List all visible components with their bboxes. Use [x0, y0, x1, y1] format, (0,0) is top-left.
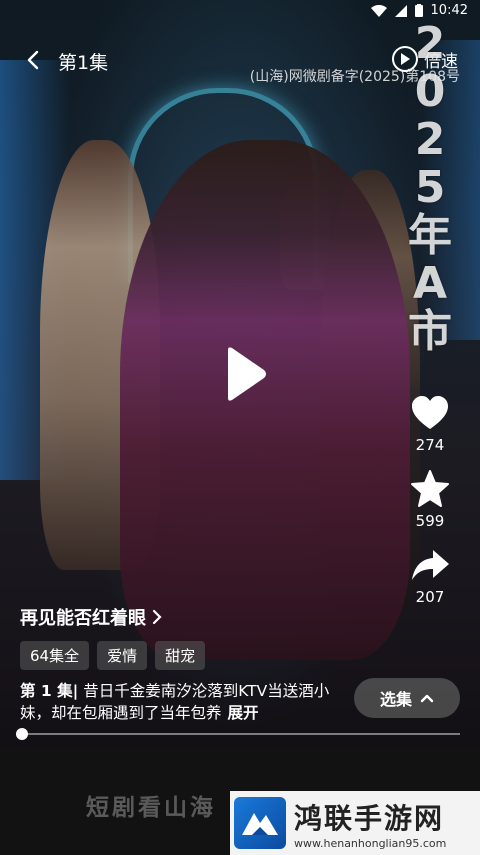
heart-icon — [412, 396, 448, 429]
episode-label: 第 1 集 — [20, 682, 73, 700]
tag-episodes[interactable]: 64集全 — [20, 641, 90, 670]
site-logo-icon — [234, 797, 286, 849]
progress-track — [20, 733, 460, 735]
play-icon[interactable] — [214, 344, 270, 404]
wifi-icon — [370, 4, 387, 17]
back-arrow-icon[interactable] — [22, 48, 46, 72]
progress-knob[interactable] — [16, 728, 28, 740]
side-actions: 274 599 207 — [404, 392, 456, 620]
expand-link[interactable]: 展开 — [228, 704, 259, 722]
status-time: 10:42 — [430, 3, 468, 18]
star-icon — [411, 470, 449, 507]
drama-title-link[interactable]: 再见能否红着眼 — [20, 604, 162, 630]
favorite-button[interactable]: 599 — [404, 468, 456, 530]
like-button[interactable]: 274 — [404, 392, 456, 454]
episode-separator: | — [72, 682, 79, 700]
watermark-char: A — [412, 258, 448, 309]
battery-icon — [414, 4, 423, 17]
watermark-char: 2 — [414, 114, 446, 165]
site-watermark-badge: 鸿联手游网 www.henanhonglian95.com — [230, 791, 480, 855]
progress-bar[interactable] — [16, 728, 460, 740]
site-name: 鸿联手游网 — [294, 801, 445, 835]
tag-romance[interactable]: 爱情 — [97, 641, 148, 670]
site-url: www.henanhonglian95.com — [294, 836, 447, 850]
watermark-char: 市 — [408, 306, 452, 357]
share-count: 207 — [415, 588, 445, 606]
watermark-char: 2 — [414, 18, 446, 69]
watermark-char: 5 — [414, 162, 446, 213]
chevron-right-icon — [152, 609, 162, 625]
status-bar: 10:42 — [0, 0, 480, 22]
select-episode-button[interactable]: 选集 — [354, 678, 460, 718]
watermark-char: 年 — [408, 210, 452, 261]
vertical-watermark: 2 0 2 5 年 A 市 — [400, 20, 460, 356]
like-count: 274 — [415, 436, 445, 454]
watermark-char: 0 — [414, 66, 446, 117]
drama-title: 再见能否红着眼 — [20, 608, 146, 629]
status-icons: 10:42 — [370, 3, 468, 18]
share-button[interactable]: 207 — [404, 544, 456, 606]
share-arrow-icon — [412, 550, 449, 580]
tag-list: 64集全 爱情 甜宠 — [20, 641, 206, 670]
site-text: 鸿联手游网 www.henanhonglian95.com — [294, 797, 446, 850]
tag-sweet[interactable]: 甜宠 — [155, 641, 206, 670]
slogan-text: 短剧看山海 — [86, 795, 216, 821]
select-episode-label: 选集 — [379, 690, 412, 709]
signal-icon — [394, 4, 407, 17]
chevron-up-icon — [420, 694, 434, 703]
episode-description: 第 1 集| 昔日千金姜南汐沦落到KTV当送酒小妹，却在包厢遇到了当年包养 展开 — [20, 680, 338, 724]
favorite-count: 599 — [415, 512, 445, 530]
episode-title: 第1集 — [58, 52, 109, 74]
